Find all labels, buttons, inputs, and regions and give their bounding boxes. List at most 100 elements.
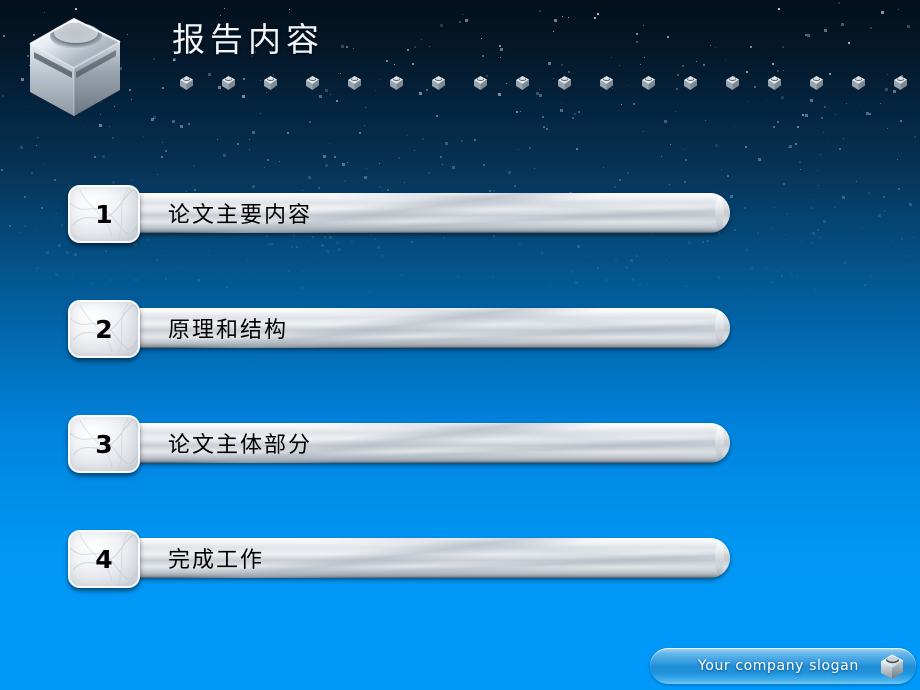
star-particle <box>300 269 303 272</box>
star-particle <box>152 57 155 60</box>
star-particle <box>855 180 857 182</box>
star-particle <box>101 155 105 159</box>
star-particle <box>156 174 158 176</box>
cube-divider-row <box>0 74 920 96</box>
star-particle <box>359 131 362 134</box>
star-particle <box>96 248 98 250</box>
mini-cube-icon <box>640 74 657 91</box>
star-particle <box>457 257 459 259</box>
star-particle <box>397 156 400 159</box>
star-particle <box>336 99 339 102</box>
star-particle <box>772 125 775 128</box>
star-particle <box>644 56 646 58</box>
star-particle <box>642 130 644 132</box>
agenda-row[interactable]: 4 完成工作 <box>0 530 920 590</box>
star-particle <box>749 266 753 270</box>
star-particle <box>675 110 677 112</box>
star-particle <box>823 105 826 108</box>
star-particle <box>346 46 349 48</box>
star-particle <box>715 46 717 48</box>
star-particle <box>473 139 476 142</box>
star-particle <box>807 34 811 38</box>
star-particle <box>249 139 251 141</box>
star-particle <box>804 114 808 118</box>
star-particle <box>244 283 245 284</box>
star-particle <box>799 160 802 163</box>
star-particle <box>583 282 584 283</box>
star-particle <box>663 119 667 123</box>
star-particle <box>289 9 291 11</box>
presentation-slide: 报告内容 1 论文主要内容 2 原理和结构 3 论文主体部分 4 完成工作 Yo… <box>0 0 920 690</box>
star-particle <box>560 64 563 67</box>
star-particle <box>403 182 405 184</box>
star-particle <box>344 180 347 183</box>
star-particle <box>196 278 200 282</box>
agenda-row[interactable]: 3 论文主体部分 <box>0 415 920 475</box>
star-particle <box>843 260 847 264</box>
page-title: 报告内容 <box>172 20 324 59</box>
star-particle <box>376 245 380 249</box>
star-particle <box>165 149 168 152</box>
star-particle <box>179 268 181 270</box>
star-particle <box>428 172 431 175</box>
mini-cube-icon <box>724 74 741 91</box>
star-particle <box>684 149 686 151</box>
star-particle <box>464 19 468 23</box>
star-particle <box>143 135 145 137</box>
footer-slogan-text: Your company slogan <box>698 658 859 674</box>
star-particle <box>681 65 684 68</box>
star-particle <box>618 178 621 181</box>
star-particle <box>246 258 248 260</box>
star-particle <box>839 148 842 151</box>
agenda-number-tile: 3 <box>68 415 140 473</box>
star-particle <box>92 281 95 284</box>
star-particle <box>835 113 837 115</box>
star-particle <box>868 274 872 278</box>
cube-icon <box>16 8 134 120</box>
star-particle <box>695 60 697 62</box>
star-particle <box>534 167 536 169</box>
star-particle <box>684 159 687 162</box>
star-particle <box>714 144 718 148</box>
star-particle <box>575 280 579 284</box>
star-particle <box>805 34 808 37</box>
mini-cube-icon <box>430 74 447 91</box>
star-particle <box>278 161 280 163</box>
agenda-row[interactable]: 2 原理和结构 <box>0 300 920 360</box>
star-particle <box>547 257 549 259</box>
footer-slogan-bar[interactable]: Your company slogan <box>650 648 916 684</box>
star-particle <box>540 251 543 254</box>
star-particle <box>53 179 56 182</box>
star-particle <box>913 136 916 139</box>
star-particle <box>162 141 164 143</box>
agenda-number-tile: 1 <box>68 185 140 243</box>
star-particle <box>226 286 229 288</box>
star-particle <box>683 180 686 183</box>
star-particle <box>616 272 617 273</box>
star-particle <box>89 276 91 278</box>
star-particle <box>260 112 262 114</box>
star-particle <box>198 253 199 254</box>
star-particle <box>152 116 156 120</box>
star-particle <box>631 278 635 282</box>
star-particle <box>781 45 784 48</box>
star-particle <box>296 245 299 248</box>
agenda-row[interactable]: 1 论文主要内容 <box>0 185 920 245</box>
star-particle <box>346 162 348 164</box>
star-particle <box>585 256 587 258</box>
star-particle <box>629 259 633 263</box>
star-particle <box>42 164 44 166</box>
agenda-number-tile: 2 <box>68 300 140 358</box>
star-particle <box>461 13 463 15</box>
star-particle <box>131 179 133 181</box>
star-particle <box>725 59 727 61</box>
star-particle <box>516 111 519 114</box>
star-particle <box>771 280 774 283</box>
star-particle <box>880 103 882 105</box>
star-particle <box>307 176 311 180</box>
star-particle <box>216 138 218 140</box>
star-particle <box>520 110 522 112</box>
star-particle <box>666 35 669 38</box>
star-particle <box>295 249 297 251</box>
star-particle <box>277 262 279 264</box>
